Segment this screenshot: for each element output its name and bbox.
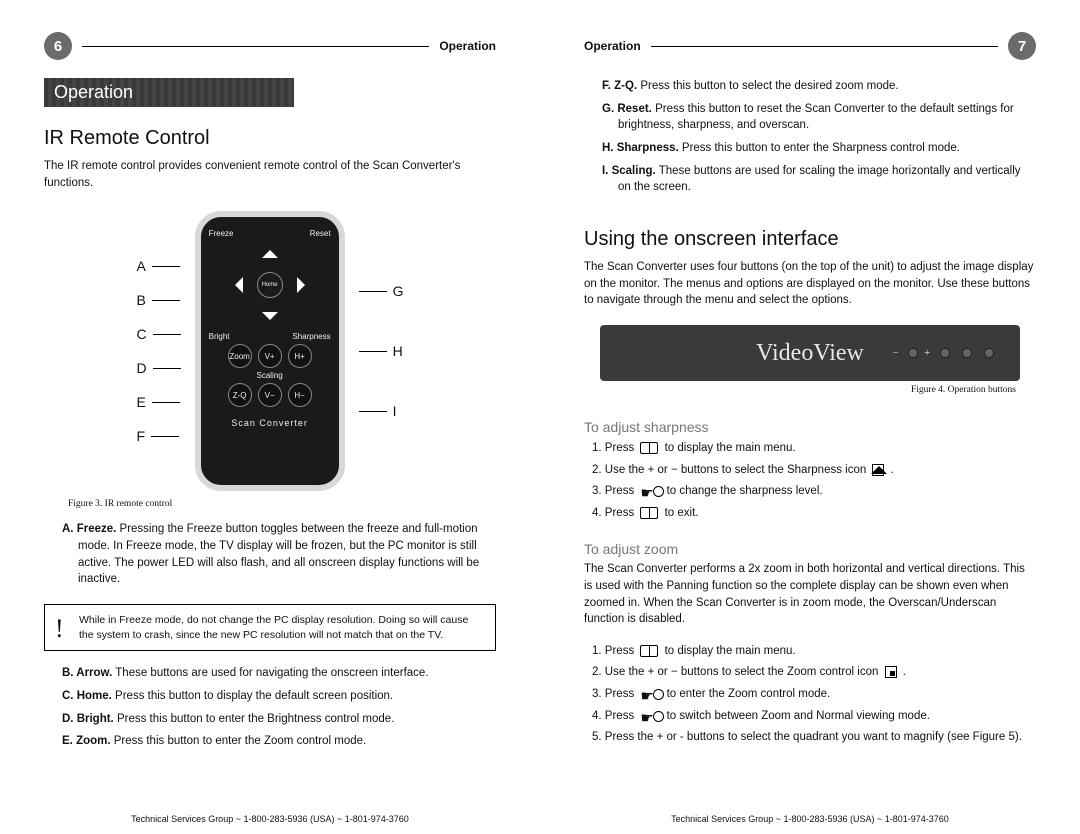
section-title-bar: Operation <box>44 78 294 107</box>
step-item: Press to exit. <box>588 504 1036 524</box>
osi-heading: Using the onscreen interface <box>584 228 1036 251</box>
definition-item: B. Arrow. These buttons are used for nav… <box>62 665 496 682</box>
unit-photo: VideoView − + <box>600 325 1020 381</box>
definition-item: E. Zoom. Press this button to enter the … <box>62 733 496 750</box>
unit-brand: VideoView <box>756 340 864 367</box>
page-header-left: 6 Operation <box>44 32 496 60</box>
select-icon <box>640 485 660 497</box>
header-rule <box>82 46 429 47</box>
definition-item: I. Scaling. These buttons are used for s… <box>602 163 1036 196</box>
figure-3-caption: Figure 3. IR remote control <box>68 499 496 509</box>
page-number-badge: 7 <box>1008 32 1036 60</box>
ir-heading: IR Remote Control <box>44 127 496 150</box>
select-icon <box>640 710 660 722</box>
zoom-icon <box>885 666 897 678</box>
arrow-right-icon <box>297 277 313 293</box>
menu-icon <box>640 507 658 519</box>
header-rule <box>651 46 998 47</box>
menu-icon <box>640 645 658 657</box>
definitions-3: F. Z-Q. Press this button to select the … <box>602 78 1036 202</box>
page-header-right: Operation 7 <box>584 32 1036 60</box>
sharpness-steps: Press to display the main menu.Use the +… <box>588 439 1036 525</box>
step-item: Press the + or - buttons to select the q… <box>588 728 1036 748</box>
arrow-up-icon <box>262 242 278 258</box>
dpad: Home <box>225 240 315 330</box>
exclamation-icon: ! <box>55 611 64 647</box>
step-item: Press to display the main menu. <box>588 439 1036 459</box>
select-icon <box>640 688 660 700</box>
step-item: Use the + or − buttons to select the Sha… <box>588 461 1036 481</box>
page-number-badge: 6 <box>44 32 72 60</box>
definition-item: A. Freeze. Pressing the Freeze button to… <box>62 521 496 588</box>
page-header-label: Operation <box>439 39 496 53</box>
remote-control-image: FreezeReset Home BrightSharpness ZoomV+H… <box>195 211 345 491</box>
definitions-1: A. Freeze. Pressing the Freeze button to… <box>62 521 496 594</box>
callouts-right: G H I <box>359 283 404 419</box>
figure-4-caption: Figure 4. Operation buttons <box>584 385 1016 395</box>
zoom-steps: Press to display the main menu.Use the +… <box>588 642 1036 750</box>
remote-figure: A B C D E F FreezeReset Home BrightSharp… <box>44 211 496 491</box>
definition-item: D. Bright. Press this button to enter th… <box>62 711 496 728</box>
footer-left: Technical Services Group ~ 1-800-283-593… <box>0 814 540 824</box>
home-button: Home <box>257 272 283 298</box>
ir-intro: The IR remote control provides convenien… <box>44 158 496 197</box>
menu-icon <box>640 442 658 454</box>
page-header-label: Operation <box>584 39 641 53</box>
step-item: Press to change the sharpness level. <box>588 482 1036 502</box>
callouts-left: A B C D E F <box>136 258 180 444</box>
page-right: Operation 7 F. Z-Q. Press this button to… <box>540 0 1080 834</box>
step-item: Press to display the main menu. <box>588 642 1036 662</box>
definition-item: G. Reset. Press this button to reset the… <box>602 101 1036 134</box>
warning-note: ! While in Freeze mode, do not change th… <box>44 604 496 651</box>
step-item: Use the + or − buttons to select the Zoo… <box>588 663 1036 683</box>
zoom-subheading: To adjust zoom <box>584 541 1036 557</box>
arrow-left-icon <box>227 277 243 293</box>
arrow-down-icon <box>262 312 278 328</box>
sharpness-icon <box>872 464 884 476</box>
definition-item: H. Sharpness. Press this button to enter… <box>602 140 1036 157</box>
step-item: Press to switch between Zoom and Normal … <box>588 707 1036 727</box>
step-item: Press to enter the Zoom control mode. <box>588 685 1036 705</box>
zoom-intro: The Scan Converter performs a 2x zoom in… <box>584 561 1036 634</box>
page-left: 6 Operation Operation IR Remote Control … <box>0 0 540 834</box>
definition-item: C. Home. Press this button to display th… <box>62 688 496 705</box>
definition-item: F. Z-Q. Press this button to select the … <box>602 78 1036 95</box>
remote-brand: Scan Converter <box>231 418 308 428</box>
sharpness-subheading: To adjust sharpness <box>584 419 1036 435</box>
definitions-2: B. Arrow. These buttons are used for nav… <box>62 665 496 756</box>
footer-right: Technical Services Group ~ 1-800-283-593… <box>540 814 1080 824</box>
osi-intro: The Scan Converter uses four buttons (on… <box>584 259 1036 315</box>
